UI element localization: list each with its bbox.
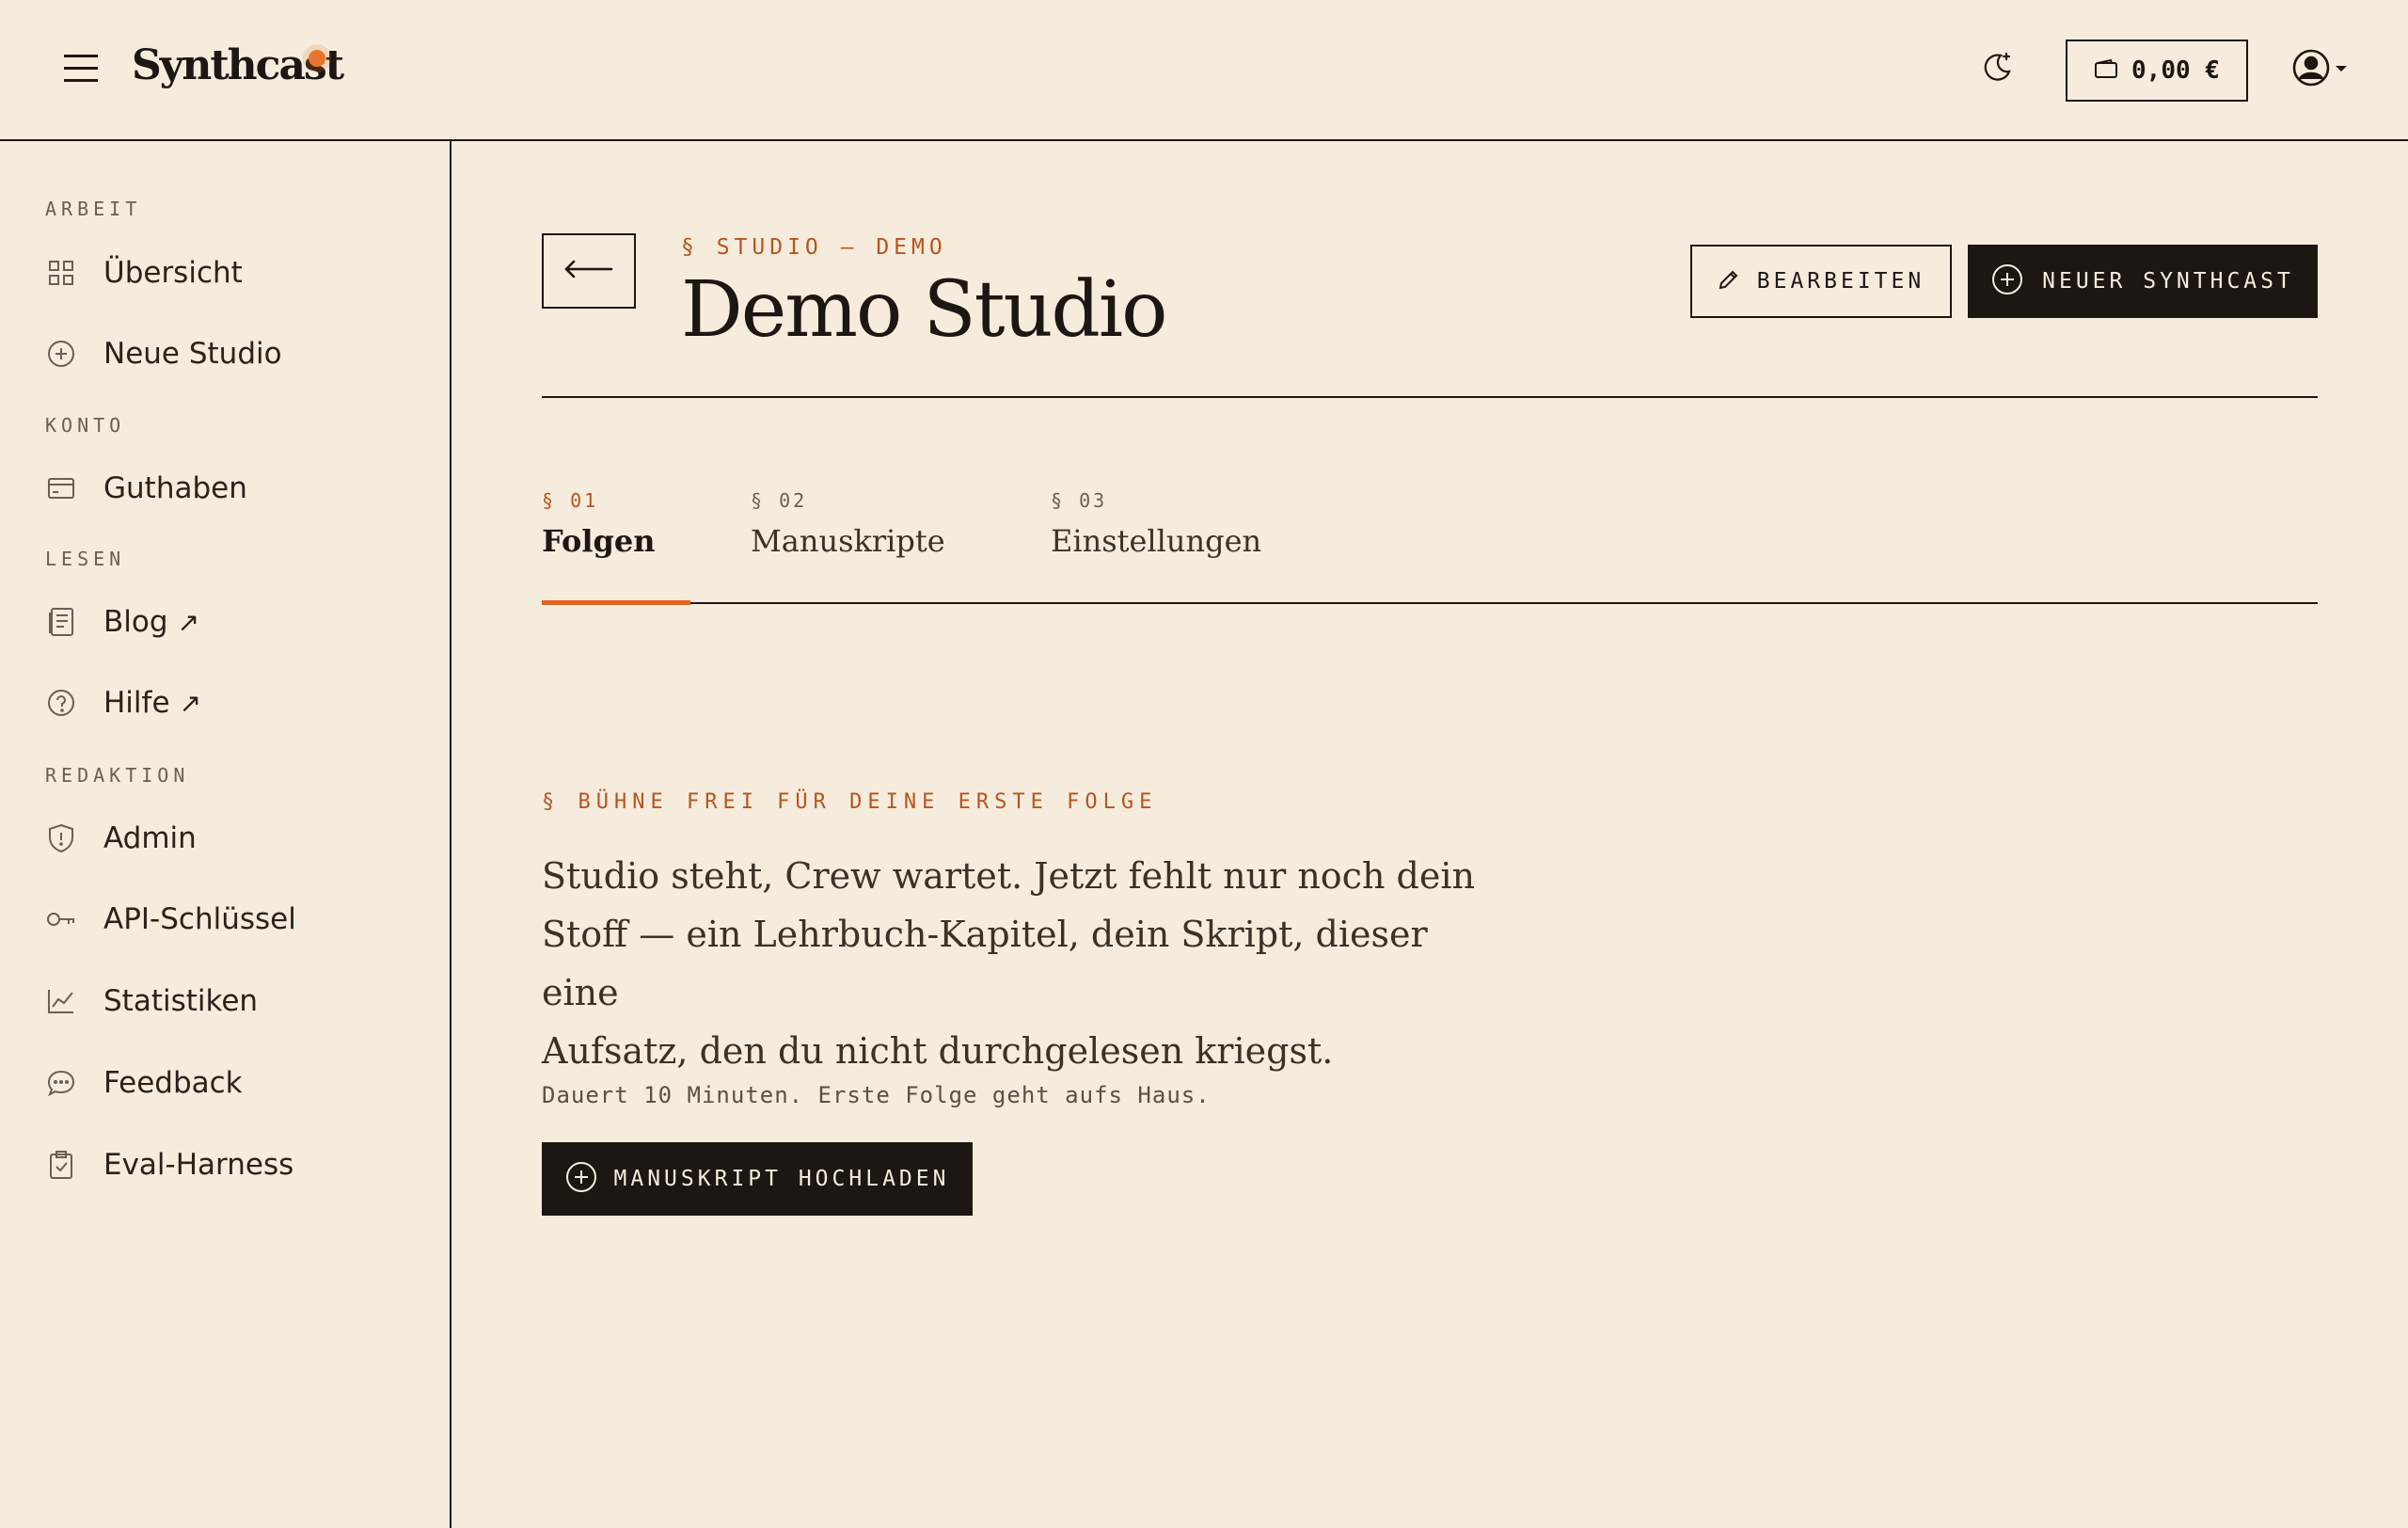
wallet-amount: 0,00 €	[2131, 56, 2220, 85]
logo-dot	[309, 50, 325, 67]
sidebar-item-eval-harness[interactable]: Eval-Harness	[45, 1138, 421, 1191]
tab-label: Folgen	[542, 523, 656, 559]
header-divider	[542, 396, 2318, 398]
empty-state-lead: Studio steht, Crew wartet. Jetzt fehlt n…	[542, 847, 1501, 1080]
document-icon	[45, 606, 77, 638]
main-content: § STUDIO — DEMO Demo Studio BEARBEITEN N…	[452, 141, 2408, 1528]
sidebar-item-admin[interactable]: Admin	[45, 812, 421, 865]
sidebar-item-label: Blog	[103, 605, 168, 639]
moon-icon[interactable]	[1980, 50, 2014, 84]
sidebar-item-neue-studio[interactable]: Neue Studio	[45, 327, 421, 380]
account-menu-button[interactable]	[2291, 49, 2352, 90]
sidebar-item-label: Admin	[103, 821, 197, 855]
logo[interactable]: Synthcast	[132, 41, 344, 89]
key-icon	[45, 903, 77, 935]
sidebar-section-arbeit: ARBEIT	[45, 198, 142, 220]
sidebar-item-label: Statistiken	[103, 984, 259, 1018]
shield-icon	[45, 822, 77, 854]
clipboard-icon	[45, 1149, 77, 1181]
tab-label: Einstellungen	[1051, 523, 1262, 559]
back-button[interactable]	[542, 233, 636, 309]
sidebar-item-label: Eval-Harness	[103, 1148, 294, 1182]
tab-number: § 03	[1051, 489, 1108, 512]
external-link-icon: ↗	[179, 687, 201, 719]
top-bar: Synthcast 0,00 €	[0, 0, 2408, 141]
sidebar-section-redaktion: REDAKTION	[45, 764, 190, 787]
plus-circle-icon	[1991, 263, 2023, 300]
sidebar-item-statistiken[interactable]: Statistiken	[45, 975, 421, 1027]
sidebar-item-blog[interactable]: Blog ↗	[45, 596, 421, 648]
grid-icon	[45, 257, 77, 289]
empty-state-lead-line: Aufsatz, den du nicht durchgelesen krieg…	[542, 1030, 1334, 1072]
sidebar: ARBEIT Übersicht Neue Studio KONTO Gutha…	[0, 141, 452, 1528]
sidebar-item-label: Neue Studio	[103, 337, 282, 371]
tab-einstellungen[interactable]: § 03 Einstellungen	[1051, 489, 1261, 559]
empty-state-lead-line: Studio steht, Crew wartet. Jetzt fehlt n…	[542, 855, 1475, 897]
edit-button-label: BEARBEITEN	[1756, 269, 1925, 294]
upload-manuscript-label: MANUSKRIPT HOCHLADEN	[613, 1167, 950, 1191]
empty-state-eyebrow: § BÜHNE FREI FÜR DEINE ERSTE FOLGE	[542, 790, 1158, 814]
tab-manuskripte[interactable]: § 02 Manuskripte	[751, 489, 945, 559]
chat-icon	[45, 1067, 77, 1099]
tab-label: Manuskripte	[751, 523, 945, 559]
sidebar-item-hilfe[interactable]: Hilfe ↗	[45, 676, 421, 729]
arrow-left-icon	[564, 260, 613, 283]
page-eyebrow: § STUDIO — DEMO	[681, 235, 947, 260]
sidebar-item-label: Feedback	[103, 1066, 243, 1100]
help-icon	[45, 687, 77, 719]
upload-manuscript-button[interactable]: MANUSKRIPT HOCHLADEN	[542, 1142, 973, 1216]
empty-state-lead-line: Stoff — ein Lehrbuch-Kapitel, dein Skrip…	[542, 914, 1428, 1013]
sidebar-item-guthaben[interactable]: Guthaben	[45, 462, 421, 515]
tabs-divider	[542, 602, 2318, 604]
sidebar-item-label: Übersicht	[103, 256, 243, 290]
wallet-icon	[2094, 58, 2118, 84]
tab-folgen[interactable]: § 01 Folgen	[542, 489, 655, 559]
wallet-button[interactable]: 0,00 €	[2066, 40, 2248, 102]
new-synthcast-button[interactable]: NEUER SYNTHCAST	[1968, 245, 2318, 318]
plus-circle-icon	[45, 338, 77, 370]
pencil-icon	[1718, 268, 1740, 295]
tab-number: § 02	[751, 489, 808, 512]
sidebar-item-label: Hilfe	[103, 686, 170, 720]
tab-number: § 01	[542, 489, 599, 512]
sidebar-item-feedback[interactable]: Feedback	[45, 1057, 421, 1109]
edit-button[interactable]: BEARBEITEN	[1690, 245, 1952, 318]
active-tab-indicator	[542, 600, 690, 605]
new-synthcast-label: NEUER SYNTHCAST	[2042, 269, 2294, 294]
sidebar-item-api-schluessel[interactable]: API-Schlüssel	[45, 893, 421, 946]
sidebar-section-lesen: LESEN	[45, 548, 126, 570]
sidebar-item-label: API-Schlüssel	[103, 902, 296, 936]
sidebar-item-label: Guthaben	[103, 471, 247, 505]
empty-state-note: Dauert 10 Minuten. Erste Folge geht aufs…	[542, 1082, 1211, 1108]
sidebar-item-uebersicht[interactable]: Übersicht	[45, 247, 421, 299]
sidebar-section-konto: KONTO	[45, 414, 126, 437]
plus-circle-icon	[565, 1161, 597, 1198]
menu-icon[interactable]	[64, 55, 98, 83]
external-link-icon: ↗	[177, 606, 199, 638]
chart-icon	[45, 985, 77, 1017]
caret-down-icon	[2335, 61, 2348, 78]
user-icon	[2291, 48, 2331, 92]
page-title: Demo Studio	[681, 265, 1167, 355]
credit-card-icon	[45, 472, 77, 504]
